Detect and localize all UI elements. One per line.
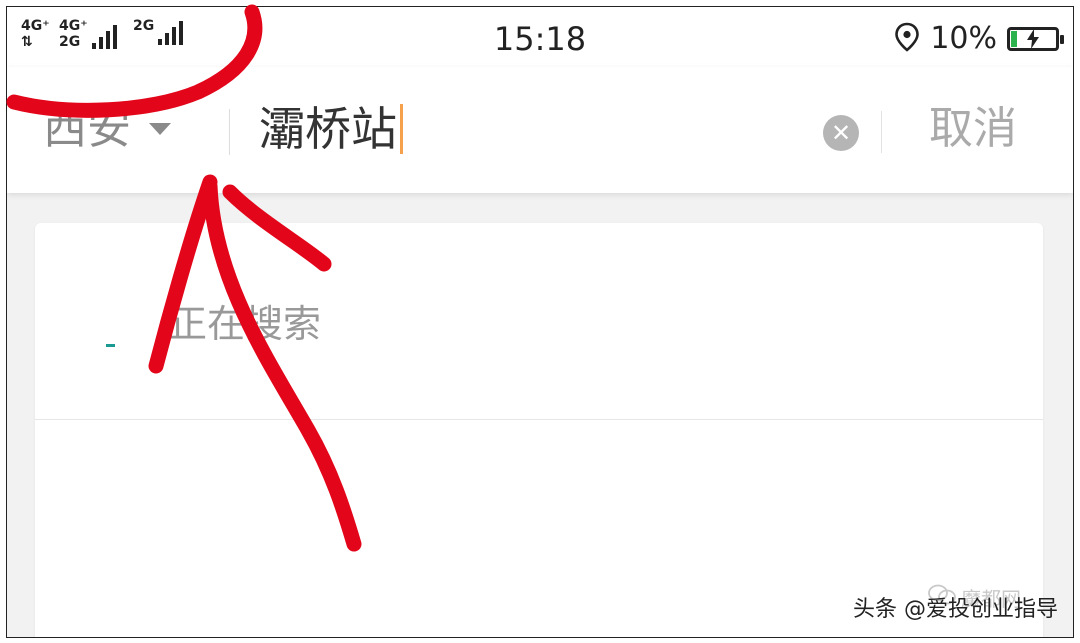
text-cursor <box>400 104 403 154</box>
loading-spinner-icon <box>106 344 115 347</box>
city-selector[interactable]: 西安 <box>43 99 171 159</box>
status-bar: 4G⁺ ⇅ 4G⁺ 2G 2G 15:18 10% <box>7 7 1073 67</box>
searching-status-text: 正在搜索 <box>169 302 322 346</box>
clear-search-button[interactable]: ✕ <box>823 115 859 151</box>
caret-down-icon <box>149 123 171 135</box>
divider <box>229 109 230 155</box>
close-circle-icon: ✕ <box>830 119 852 147</box>
search-header: 西安 灞桥站 ✕ 取消 <box>7 67 1073 193</box>
watermark-credit: 头条 @爱投创业指导 <box>853 597 1058 622</box>
location-icon <box>894 22 920 56</box>
cancel-button[interactable]: 取消 <box>929 99 1017 159</box>
city-label: 西安 <box>43 103 131 154</box>
divider <box>881 111 882 153</box>
battery-charging-icon <box>1007 27 1064 51</box>
results-card: 正在搜索 <box>35 223 1043 637</box>
search-input[interactable]: 灞桥站 <box>259 99 403 159</box>
loading-row: 正在搜索 <box>35 223 1043 420</box>
phone-screen: 4G⁺ ⇅ 4G⁺ 2G 2G 15:18 10% 西安 灞桥站 ✕ 取消 正在… <box>6 6 1074 638</box>
battery-percent: 10% <box>930 21 997 56</box>
search-query-text: 灞桥站 <box>259 102 397 156</box>
status-right-group: 10% <box>894 19 1064 59</box>
